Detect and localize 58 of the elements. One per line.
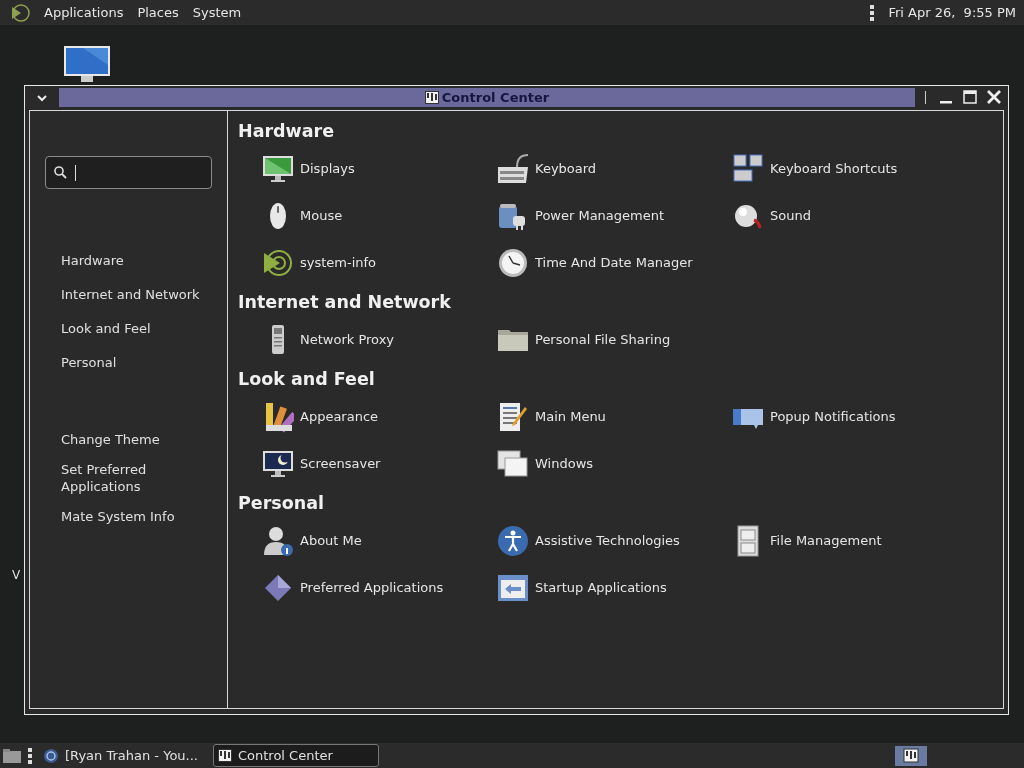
applet-label[interactable]: Power Management	[535, 208, 665, 223]
keyboard-icon	[497, 152, 529, 185]
applet-label[interactable]: Main Menu	[535, 409, 606, 424]
list-pencil-icon	[497, 400, 529, 433]
window-title: Control Center	[441, 90, 550, 105]
applet-label[interactable]: system-info	[300, 255, 377, 270]
applet-label[interactable]: Appearance	[300, 409, 379, 424]
desktop-icon-label: V	[12, 568, 21, 582]
applet-label[interactable]: Screensaver	[300, 456, 381, 471]
handle-icon[interactable]	[870, 3, 875, 22]
control-panel-icon	[218, 749, 232, 762]
applet-label[interactable]: Popup Notifications	[770, 409, 896, 424]
applet-label[interactable]: Keyboard Shortcuts	[770, 161, 898, 176]
category-link[interactable]: Personal	[61, 346, 201, 380]
taskbar-button[interactable]: [Ryan Trahan - You...	[38, 744, 207, 767]
applet-label[interactable]: Sound	[770, 208, 811, 223]
applet-label[interactable]: Personal File Sharing	[535, 332, 671, 347]
task-link[interactable]: Mate System Info	[61, 502, 201, 532]
search-icon	[54, 166, 67, 179]
panel-menu[interactable]: Places	[137, 5, 179, 20]
control-panel-icon	[424, 91, 439, 104]
panel-menu[interactable]: System	[192, 5, 242, 20]
user-info-icon	[262, 524, 294, 557]
applet-label[interactable]: Time And Date Manager	[535, 255, 693, 270]
handle-icon[interactable]	[28, 746, 32, 765]
taskbar-button[interactable]: Control Center	[213, 744, 379, 767]
accessibility-icon	[497, 524, 529, 557]
applet-label[interactable]: Network Proxy	[300, 332, 395, 347]
show-desktop-icon[interactable]	[2, 747, 22, 764]
keys-icon	[732, 152, 764, 185]
applet-label[interactable]: Startup Applications	[535, 580, 667, 595]
applet-label[interactable]: Windows	[535, 456, 594, 471]
clock-icon	[497, 246, 529, 279]
applet-label[interactable]: Keyboard	[535, 161, 597, 176]
applet-label[interactable]: Mouse	[300, 208, 343, 223]
panel-menu[interactable]: Applications	[44, 5, 124, 20]
workspace-switcher[interactable]	[895, 745, 927, 766]
maximize-button[interactable]	[960, 88, 980, 107]
section-title: Personal	[238, 492, 326, 515]
applet-label[interactable]: Displays	[300, 161, 355, 176]
windows-icon	[497, 447, 529, 480]
applet-label[interactable]: Preferred Applications	[300, 580, 444, 595]
category-link[interactable]: Internet and Network	[61, 278, 201, 312]
search-field[interactable]	[45, 156, 212, 189]
applet-label[interactable]: Assistive Technologies	[535, 533, 680, 548]
task-link[interactable]: Set Preferred Applications	[61, 455, 201, 502]
computer-icon[interactable]	[63, 45, 113, 85]
applet-label[interactable]: About Me	[300, 533, 362, 548]
logo-icon[interactable]	[10, 2, 30, 23]
category-link[interactable]: Look and Feel	[61, 312, 201, 346]
section-title: Hardware	[238, 120, 336, 143]
task-link[interactable]: Change Theme	[61, 425, 201, 455]
category-link[interactable]: Hardware	[61, 244, 201, 278]
section-title: Look and Feel	[238, 368, 376, 391]
clock[interactable]: Fri Apr 26, 9:55 PM	[888, 5, 1016, 20]
applet-label[interactable]: File Management	[770, 533, 882, 548]
section-title: Internet and Network	[238, 291, 452, 314]
globe-icon	[43, 747, 59, 764]
